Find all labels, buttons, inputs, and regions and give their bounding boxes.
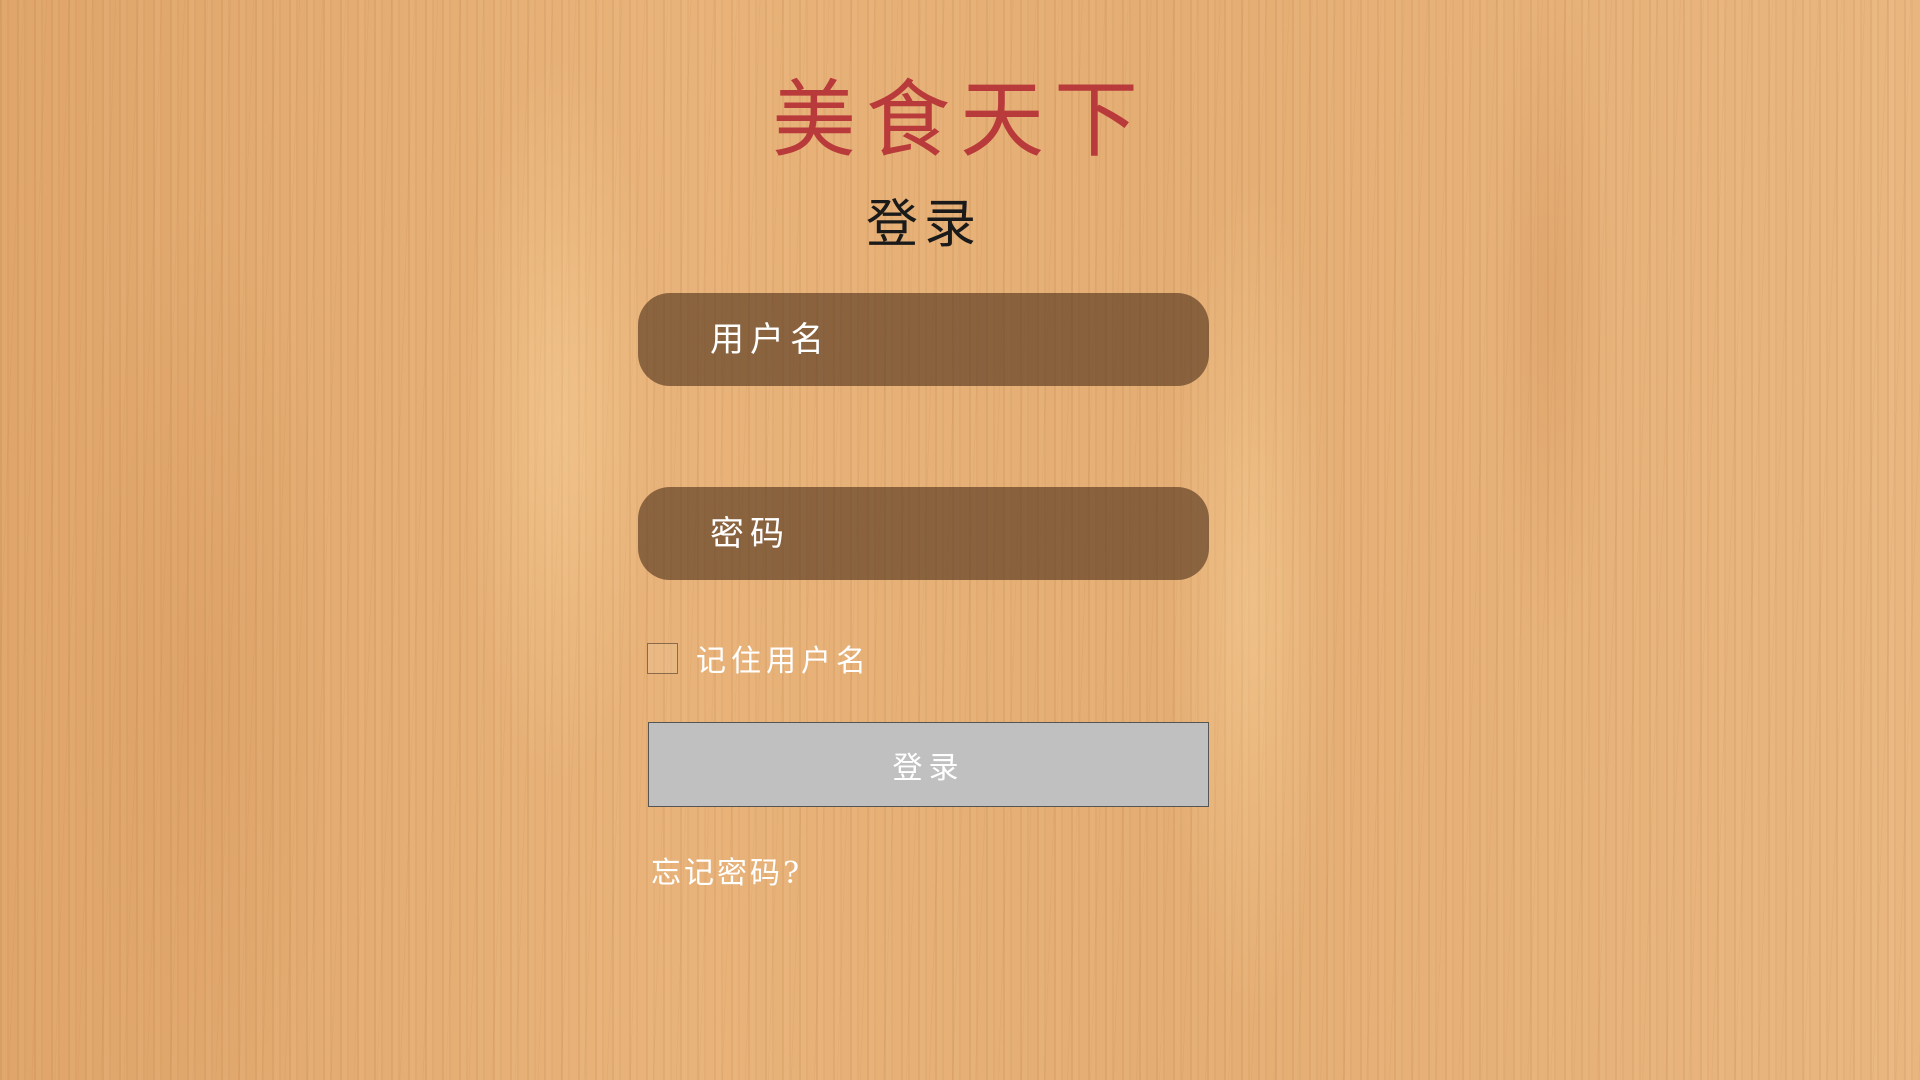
username-input[interactable] bbox=[638, 293, 1209, 386]
brand-title: 美食天下 bbox=[771, 71, 1148, 169]
remember-username-checkbox[interactable] bbox=[647, 642, 678, 674]
login-page: { "app": { "brand_title": "美食天下" }, "log… bbox=[0, 0, 1920, 1080]
login-button[interactable]: 登录 bbox=[648, 722, 1209, 807]
login-heading: 登录 bbox=[865, 195, 982, 255]
forgot-password-link[interactable]: 忘记密码? bbox=[651, 848, 802, 892]
password-field-container bbox=[638, 487, 1209, 580]
remember-username-row: 记住用户名 bbox=[647, 636, 871, 680]
password-input[interactable] bbox=[638, 487, 1209, 580]
remember-username-label[interactable]: 记住用户名 bbox=[696, 636, 871, 680]
username-field-container bbox=[638, 293, 1209, 386]
